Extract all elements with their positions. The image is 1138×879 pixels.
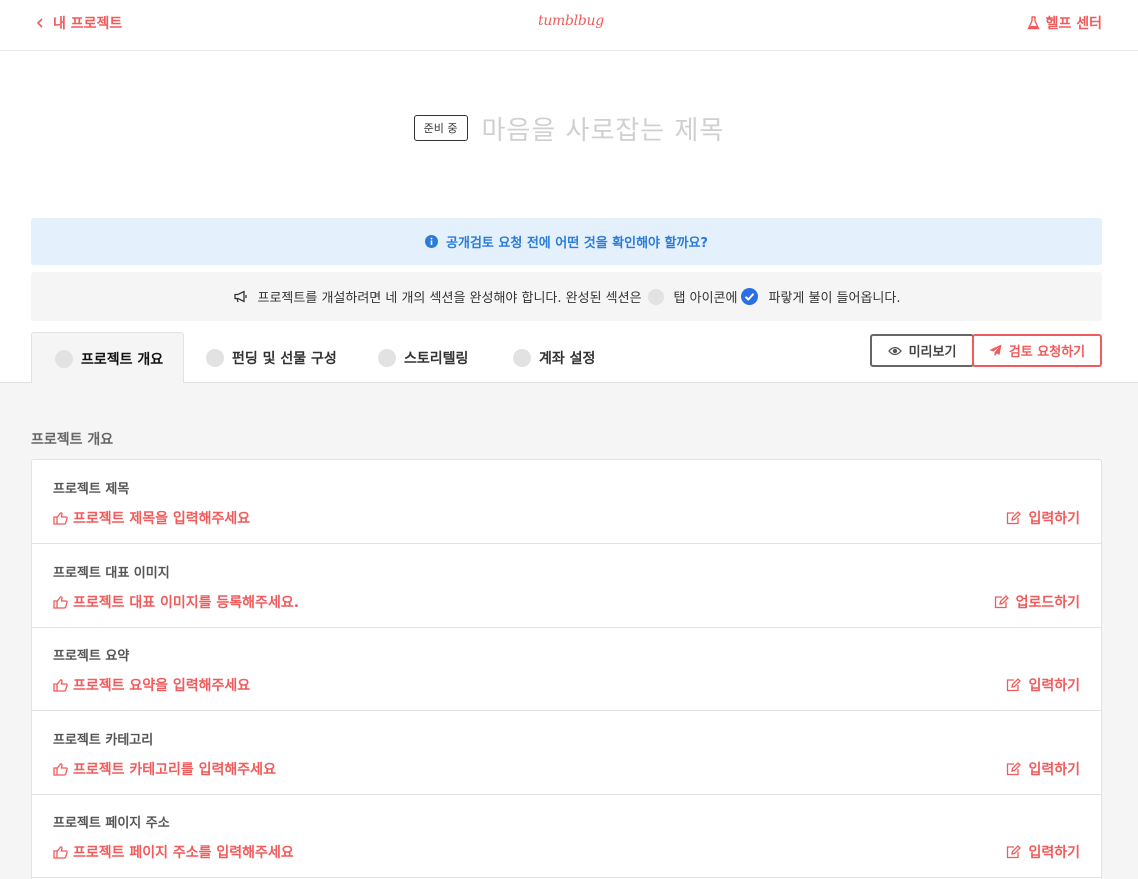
project-title-placeholder[interactable]: 마음을 사로잡는 제목 bbox=[482, 110, 725, 147]
field-action-label: 입력하기 bbox=[1028, 845, 1080, 861]
hand-pointer-icon bbox=[53, 845, 68, 859]
back-link-label: 내 프로젝트 bbox=[53, 16, 123, 32]
gray-dot-icon bbox=[647, 288, 664, 305]
notice-text-part3: 파랗게 불이 들어옵니다. bbox=[768, 291, 901, 306]
tab-label: 스토리텔링 bbox=[404, 350, 469, 367]
hand-pointer-icon bbox=[53, 678, 68, 692]
tumblbug-logo[interactable]: tumblbug bbox=[538, 13, 604, 29]
tab-label: 프로젝트 개요 bbox=[81, 351, 164, 368]
overview-fields-panel: 프로젝트 제목 프로젝트 제목을 입력해주세요 입력하기 프로젝트 대표 이미지… bbox=[31, 459, 1102, 879]
project-title-row: 준비 중 마음을 사로잡는 제목 bbox=[0, 108, 1138, 148]
paper-plane-icon bbox=[989, 344, 1002, 357]
field-prompt-text: 프로젝트 페이지 주소를 입력해주세요 bbox=[73, 845, 294, 861]
edit-icon bbox=[1007, 678, 1022, 692]
preview-button-label: 미리보기 bbox=[908, 345, 957, 360]
notice-text-part2: 탭 아이콘에 bbox=[673, 291, 738, 306]
field-prompt-text: 프로젝트 대표 이미지를 등록해주세요. bbox=[73, 595, 300, 611]
tab-label: 계좌 설정 bbox=[539, 350, 596, 367]
top-bar: 내 프로젝트 tumblbug 헬프 센터 bbox=[0, 0, 1138, 51]
enter-category-button[interactable]: 입력하기 bbox=[1006, 759, 1080, 779]
overview-content-area: 프로젝트 개요 프로젝트 제목 프로젝트 제목을 입력해주세요 입력하기 프로젝… bbox=[0, 383, 1138, 879]
enter-title-button[interactable]: 입력하기 bbox=[1006, 508, 1080, 528]
section-title: 프로젝트 개요 bbox=[31, 432, 114, 448]
tab-status-dot-icon bbox=[513, 348, 531, 367]
help-center-label: 헬프 센터 bbox=[1045, 16, 1102, 32]
field-prompt-text: 프로젝트 제목을 입력해주세요 bbox=[73, 511, 251, 527]
tab-status-dot-icon bbox=[378, 348, 396, 367]
field-row-project-title: 프로젝트 제목 프로젝트 제목을 입력해주세요 입력하기 bbox=[32, 460, 1101, 544]
edit-icon bbox=[1007, 845, 1022, 859]
field-label: 프로젝트 페이지 주소 bbox=[53, 816, 170, 831]
field-prompt: 프로젝트 요약을 입력해주세요 bbox=[53, 675, 250, 695]
edit-icon bbox=[1007, 762, 1022, 776]
eye-icon bbox=[887, 346, 902, 355]
status-badge: 준비 중 bbox=[413, 115, 468, 141]
hand-pointer-icon bbox=[53, 762, 68, 776]
tab-status-dot-icon bbox=[206, 348, 224, 367]
tab-project-overview[interactable]: 프로젝트 개요 bbox=[31, 332, 185, 384]
field-row-project-category: 프로젝트 카테고리 프로젝트 카테고리를 입력해주세요 입력하기 bbox=[32, 711, 1101, 795]
preview-button[interactable]: 미리보기 bbox=[870, 334, 974, 367]
help-center-link[interactable]: 헬프 센터 bbox=[1026, 13, 1102, 33]
field-label: 프로젝트 요약 bbox=[53, 649, 130, 664]
field-prompt-text: 프로젝트 요약을 입력해주세요 bbox=[73, 678, 251, 694]
field-prompt: 프로젝트 대표 이미지를 등록해주세요. bbox=[53, 592, 299, 612]
field-label: 프로젝트 카테고리 bbox=[53, 733, 154, 748]
enter-summary-button[interactable]: 입력하기 bbox=[1006, 675, 1080, 695]
tab-storytelling[interactable]: 스토리텔링 bbox=[378, 332, 468, 383]
field-prompt-text: 프로젝트 카테고리를 입력해주세요 bbox=[73, 762, 276, 778]
upload-image-button[interactable]: 업로드하기 bbox=[994, 592, 1080, 612]
review-info-banner[interactable]: 공개검토 요청 전에 어떤 것을 확인해야 할까요? bbox=[31, 218, 1102, 265]
blue-check-circle-icon bbox=[741, 288, 759, 305]
section-completion-notice: 프로젝트를 개설하려면 네 개의 섹션을 완성해야 합니다. 완성된 섹션은 탭… bbox=[31, 272, 1102, 321]
tab-account-settings[interactable]: 계좌 설정 bbox=[513, 332, 595, 383]
field-row-project-page-url: 프로젝트 페이지 주소 프로젝트 페이지 주소를 입력해주세요 입력하기 bbox=[32, 794, 1101, 878]
info-banner-text: 공개검토 요청 전에 어떤 것을 확인해야 할까요? bbox=[446, 236, 708, 251]
tab-funding-rewards[interactable]: 펀딩 및 선물 구성 bbox=[206, 332, 337, 383]
tab-status-dot-icon bbox=[55, 349, 73, 368]
back-to-my-projects-link[interactable]: 내 프로젝트 bbox=[36, 13, 122, 33]
chevron-left-icon bbox=[36, 18, 43, 28]
edit-icon bbox=[1007, 511, 1022, 525]
field-prompt: 프로젝트 페이지 주소를 입력해주세요 bbox=[53, 842, 294, 862]
megaphone-icon bbox=[233, 290, 247, 303]
flask-icon bbox=[1026, 16, 1040, 30]
request-review-button[interactable]: 검토 요청하기 bbox=[972, 334, 1102, 367]
field-label: 프로젝트 대표 이미지 bbox=[53, 566, 170, 581]
request-review-label: 검토 요청하기 bbox=[1008, 345, 1086, 360]
info-icon bbox=[425, 235, 439, 248]
field-action-label: 입력하기 bbox=[1028, 678, 1080, 694]
hand-pointer-icon bbox=[53, 595, 68, 609]
notice-text-part1: 프로젝트를 개설하려면 네 개의 섹션을 완성해야 합니다. 완성된 섹션은 bbox=[257, 291, 642, 306]
field-action-label: 입력하기 bbox=[1028, 762, 1080, 778]
hand-pointer-icon bbox=[53, 511, 68, 525]
field-action-label: 업로드하기 bbox=[1015, 595, 1080, 611]
field-action-label: 입력하기 bbox=[1028, 511, 1080, 527]
edit-icon bbox=[994, 595, 1009, 609]
field-row-project-summary: 프로젝트 요약 프로젝트 요약을 입력해주세요 입력하기 bbox=[32, 627, 1101, 711]
enter-page-url-button[interactable]: 입력하기 bbox=[1006, 842, 1080, 862]
field-label: 프로젝트 제목 bbox=[53, 482, 130, 497]
field-prompt: 프로젝트 제목을 입력해주세요 bbox=[53, 508, 250, 528]
field-row-project-image: 프로젝트 대표 이미지 프로젝트 대표 이미지를 등록해주세요. 업로드하기 bbox=[32, 544, 1101, 628]
field-prompt: 프로젝트 카테고리를 입력해주세요 bbox=[53, 759, 276, 779]
tab-label: 펀딩 및 선물 구성 bbox=[232, 350, 337, 367]
